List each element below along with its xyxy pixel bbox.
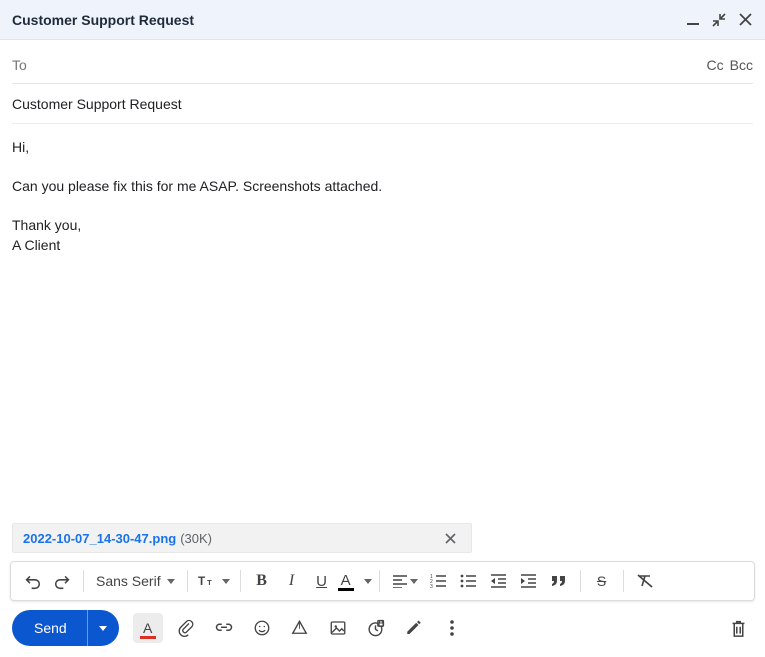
attach-file-button[interactable] bbox=[171, 613, 201, 643]
window-title: Customer Support Request bbox=[12, 12, 194, 28]
insert-signature-button[interactable] bbox=[399, 613, 429, 643]
chevron-down-icon bbox=[364, 579, 372, 584]
send-group: Send bbox=[12, 610, 119, 646]
remove-formatting-button[interactable] bbox=[630, 567, 660, 595]
attachment-filename: 2022-10-07_14-30-47.png bbox=[23, 531, 176, 546]
bold-button[interactable]: B bbox=[247, 567, 277, 595]
font-family-select[interactable]: Sans Serif bbox=[90, 567, 181, 595]
send-options-button[interactable] bbox=[87, 610, 119, 646]
body-line: Thank you, bbox=[12, 216, 753, 236]
titlebar-controls bbox=[685, 12, 753, 28]
numbered-list-button[interactable]: 123 bbox=[424, 567, 454, 595]
compose-tools: A bbox=[133, 613, 467, 643]
email-body[interactable]: Hi, Can you please fix this for me ASAP.… bbox=[0, 124, 765, 515]
body-line: Can you please fix this for me ASAP. Scr… bbox=[12, 177, 753, 197]
bcc-button[interactable]: Bcc bbox=[730, 57, 753, 73]
font-size-select[interactable]: T T bbox=[194, 567, 234, 595]
separator bbox=[187, 570, 188, 592]
body-line: Hi, bbox=[12, 138, 753, 158]
italic-button[interactable]: I bbox=[277, 567, 307, 595]
indent-less-button[interactable] bbox=[484, 567, 514, 595]
bottom-action-bar: Send A bbox=[0, 601, 765, 657]
bulleted-list-button[interactable] bbox=[454, 567, 484, 595]
underline-button[interactable]: U bbox=[307, 567, 337, 595]
quote-button[interactable] bbox=[544, 567, 574, 595]
separator bbox=[623, 570, 624, 592]
separator bbox=[379, 570, 380, 592]
attachments: 2022-10-07_14-30-47.png (30K) bbox=[0, 515, 765, 559]
fullscreen-exit-button[interactable] bbox=[711, 12, 727, 28]
insert-drive-button[interactable] bbox=[285, 613, 315, 643]
indent-more-button[interactable] bbox=[514, 567, 544, 595]
attachment-remove-button[interactable] bbox=[445, 533, 463, 544]
redo-button[interactable] bbox=[47, 567, 77, 595]
to-row[interactable]: To Cc Bcc bbox=[12, 46, 753, 84]
subject-text: Customer Support Request bbox=[12, 96, 182, 112]
insert-link-button[interactable] bbox=[209, 613, 239, 643]
formatting-toolbar: Sans Serif T T B I U A 123 bbox=[10, 561, 755, 601]
chevron-down-icon bbox=[167, 579, 175, 584]
header-fields: To Cc Bcc Customer Support Request bbox=[0, 40, 765, 124]
chevron-down-icon bbox=[410, 579, 418, 584]
undo-button[interactable] bbox=[17, 567, 47, 595]
text-color-button[interactable]: A bbox=[337, 567, 373, 595]
minimize-button[interactable] bbox=[685, 12, 701, 28]
send-button[interactable]: Send bbox=[12, 610, 87, 646]
chevron-down-icon bbox=[99, 626, 107, 631]
align-button[interactable] bbox=[386, 567, 424, 595]
strikethrough-button[interactable]: S bbox=[587, 567, 617, 595]
insert-photo-button[interactable] bbox=[323, 613, 353, 643]
attachment-size: (30K) bbox=[180, 531, 212, 546]
subject-row[interactable]: Customer Support Request bbox=[12, 84, 753, 124]
separator bbox=[83, 570, 84, 592]
svg-text:T: T bbox=[198, 575, 205, 588]
separator bbox=[580, 570, 581, 592]
cc-button[interactable]: Cc bbox=[707, 57, 724, 73]
titlebar: Customer Support Request bbox=[0, 0, 765, 40]
font-family-label: Sans Serif bbox=[96, 573, 161, 589]
attachment-chip[interactable]: 2022-10-07_14-30-47.png (30K) bbox=[12, 523, 472, 553]
discard-draft-button[interactable] bbox=[723, 613, 753, 643]
compose-window: Customer Support Request To Cc Bcc bbox=[0, 0, 765, 657]
send-label: Send bbox=[34, 620, 67, 636]
formatting-toggle-button[interactable]: A bbox=[133, 613, 163, 643]
chevron-down-icon bbox=[222, 579, 230, 584]
svg-text:T: T bbox=[207, 578, 212, 587]
confidential-mode-button[interactable] bbox=[361, 613, 391, 643]
close-button[interactable] bbox=[737, 12, 753, 28]
insert-emoji-button[interactable] bbox=[247, 613, 277, 643]
more-options-button[interactable] bbox=[437, 613, 467, 643]
to-label: To bbox=[12, 57, 27, 73]
separator bbox=[240, 570, 241, 592]
svg-text:3: 3 bbox=[430, 584, 433, 588]
body-line: A Client bbox=[12, 236, 753, 256]
